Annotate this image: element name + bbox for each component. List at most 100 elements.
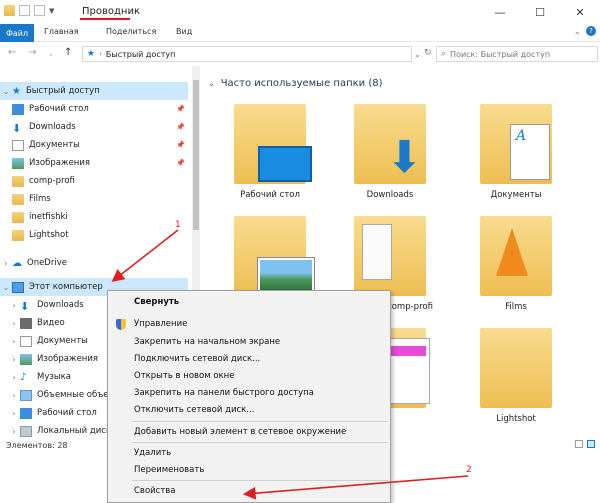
menu-item-pin-start[interactable]: Закрепить на начальном экране [134, 337, 280, 347]
quick-access-toolbar: ▼ [4, 5, 54, 16]
context-menu: Свернуть Управление Закрепить на начальн… [107, 290, 391, 503]
drive-icon [20, 425, 32, 437]
chevron-right-icon[interactable]: › [8, 301, 20, 310]
image-icon [20, 353, 32, 365]
tab-file[interactable]: Файл [0, 24, 34, 42]
title-underline-annotation [80, 18, 130, 20]
pin-icon[interactable]: 📌 [176, 123, 185, 131]
chevron-right-icon[interactable]: › [8, 427, 20, 436]
menu-item-properties[interactable]: Свойства [134, 486, 176, 496]
back-arrow-icon[interactable]: ← [8, 47, 16, 58]
pin-icon[interactable]: 📌 [176, 105, 185, 113]
nav-item-inetfishki[interactable]: inetfishki [0, 208, 188, 226]
tile-films[interactable]: Films [466, 216, 566, 344]
desktop-icon [258, 146, 312, 182]
nav-onedrive[interactable]: › ☁ OneDrive [0, 254, 188, 272]
tab-view[interactable]: Вид [176, 27, 192, 36]
menu-item-rename[interactable]: Переименовать [134, 465, 204, 475]
tile-label: Lightshot [496, 414, 536, 424]
nav-item-desktop[interactable]: Рабочий стол 📌 [0, 100, 188, 118]
chevron-down-icon[interactable]: ⌄ [208, 79, 215, 88]
close-button[interactable]: ✕ [560, 0, 600, 24]
nav-quick-access[interactable]: ⌄ ★ Быстрый доступ [0, 82, 188, 100]
nav-label: Документы [37, 336, 88, 346]
chevron-right-icon: › [99, 50, 102, 58]
nav-item-downloads[interactable]: ⬇ Downloads 📌 [0, 118, 188, 136]
desktop-icon [20, 407, 32, 419]
chevron-down-icon[interactable]: ▼ [49, 7, 54, 15]
chevron-right-icon[interactable]: › [8, 337, 20, 346]
chevron-down-icon[interactable]: ⌄ [0, 87, 12, 96]
nav-item-pictures[interactable]: Изображения 📌 [0, 154, 188, 172]
chevron-right-icon[interactable]: › [8, 373, 20, 382]
nav-label: Музыка [37, 372, 71, 382]
nav-label: OneDrive [27, 258, 67, 268]
pin-icon[interactable]: 📌 [176, 159, 185, 167]
nav-label: Downloads [29, 122, 76, 132]
new-folder-icon[interactable] [34, 5, 45, 16]
nav-item-comp-profi[interactable]: comp-profi [0, 172, 188, 190]
details-view-icon[interactable] [575, 440, 583, 448]
nav-label: Рабочий стол [29, 104, 89, 114]
menu-item-pin-quick-access[interactable]: Закрепить на панели быстрого доступа [134, 388, 314, 398]
ribbon-expand-icon[interactable]: ⌄ [574, 27, 581, 36]
chevron-right-icon[interactable]: › [0, 259, 12, 268]
vlc-cone-icon [496, 228, 528, 276]
cube-icon [20, 389, 32, 401]
chevron-right-icon[interactable]: › [8, 355, 20, 364]
chevron-right-icon[interactable]: › [8, 409, 20, 418]
image-icon [257, 257, 315, 295]
help-icon[interactable]: ? [586, 26, 596, 36]
tile-label: Документы [490, 190, 542, 200]
video-icon [20, 317, 32, 329]
search-box[interactable]: ⌕ [436, 46, 598, 62]
search-input[interactable] [450, 49, 591, 59]
properties-icon[interactable] [19, 5, 30, 16]
menu-item-delete[interactable]: Удалить [134, 448, 171, 458]
nav-scrollbar-thumb[interactable] [193, 80, 199, 230]
computer-icon [12, 281, 24, 293]
tile-label: Downloads [366, 190, 414, 200]
section-title: Часто используемые папки (8) [220, 78, 383, 89]
menu-item-open-new-window[interactable]: Открыть в новом окне [134, 371, 234, 381]
refresh-icon[interactable]: ↻ [424, 48, 432, 58]
pin-icon[interactable]: 📌 [176, 141, 185, 149]
menu-item-disconnect-network-drive[interactable]: Отключить сетевой диск... [134, 405, 254, 415]
tile-label: Рабочий стол [240, 190, 300, 200]
menu-item-collapse[interactable]: Свернуть [134, 297, 179, 307]
tile-desktop[interactable]: Рабочий стол [220, 104, 320, 232]
tab-home[interactable]: Главная [44, 27, 79, 36]
title-bar: ▼ Проводник — ☐ ✕ [0, 0, 600, 24]
forward-arrow-icon[interactable]: → [28, 47, 36, 58]
menu-item-add-network-location[interactable]: Добавить новый элемент в сетевое окружен… [134, 427, 346, 437]
tile-downloads[interactable]: ⬇ Downloads [340, 104, 440, 232]
nav-label: Films [29, 194, 51, 204]
chevron-right-icon[interactable]: › [8, 391, 20, 400]
large-icons-view-icon[interactable] [587, 440, 595, 448]
frequent-folders-header[interactable]: ⌄ Часто используемые папки (8) [208, 78, 383, 89]
minimize-button[interactable]: — [480, 0, 520, 24]
tile-documents[interactable]: A Документы [466, 104, 566, 232]
desktop-icon [12, 103, 24, 115]
document-letter-icon: A [516, 128, 527, 144]
nav-label: comp-profi [29, 176, 75, 186]
address-dropdown-icon[interactable]: ⌄ [414, 50, 421, 59]
menu-item-map-network-drive[interactable]: Подключить сетевой диск... [134, 354, 260, 364]
chevron-down-icon[interactable]: ⌄ [0, 283, 12, 292]
music-icon: ♪ [20, 371, 27, 383]
nav-item-films[interactable]: Films [0, 190, 188, 208]
folder-icon [12, 229, 24, 241]
chevron-right-icon[interactable]: › [8, 319, 20, 328]
tab-share[interactable]: Поделиться [106, 27, 156, 36]
download-icon: ⬇ [12, 121, 22, 135]
maximize-button[interactable]: ☐ [520, 0, 560, 24]
nav-item-lightshot[interactable]: Lightshot [0, 226, 188, 244]
download-icon: ⬇ [20, 299, 30, 313]
folder-icon [4, 5, 15, 16]
recent-chevron-icon[interactable]: ⌄ [48, 50, 54, 58]
nav-item-documents[interactable]: Документы 📌 [0, 136, 188, 154]
address-bar[interactable]: ★ › Быстрый доступ [82, 46, 412, 62]
menu-item-manage[interactable]: Управление [134, 319, 187, 329]
up-arrow-icon[interactable]: ↑ [64, 47, 72, 58]
tile-lightshot[interactable]: Lightshot [466, 328, 566, 456]
